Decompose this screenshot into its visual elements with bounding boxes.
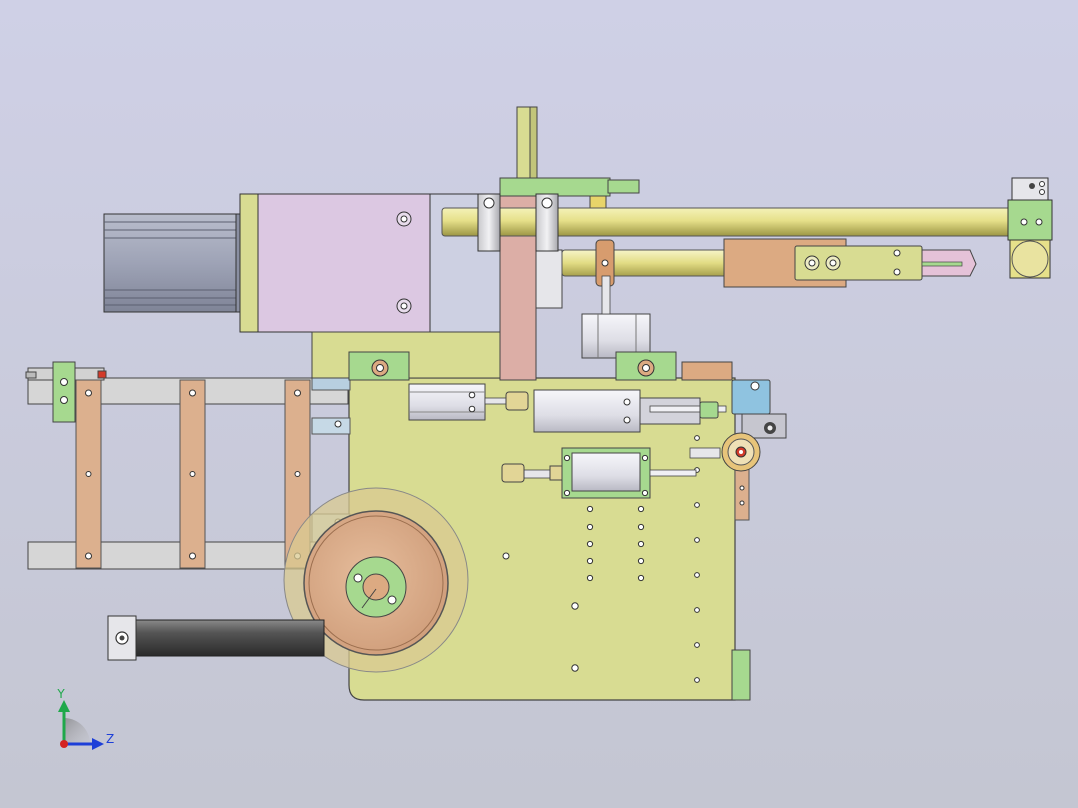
guide-rod-lower[interactable] <box>561 239 733 287</box>
z-axis-label: Z <box>106 732 114 746</box>
orientation-triad: Y Z <box>56 687 114 750</box>
servo-motor[interactable] <box>103 213 242 313</box>
gripper-body[interactable] <box>723 238 977 288</box>
assembly-drawing[interactable]: Y Z <box>0 0 1078 808</box>
end-block[interactable] <box>1007 177 1053 279</box>
cad-viewport[interactable]: Y Z <box>0 0 1078 808</box>
y-axis-label: Y <box>56 687 65 701</box>
frame-upright <box>179 379 206 569</box>
lift-cylinder[interactable] <box>581 275 651 359</box>
idler-roller[interactable] <box>721 432 761 472</box>
frame-upright <box>75 379 102 569</box>
z-arrowhead <box>92 738 104 750</box>
y-arrowhead <box>58 700 70 712</box>
x-axis-point <box>60 740 68 748</box>
frame-clamp <box>52 361 76 423</box>
bearing-bracket <box>348 351 733 381</box>
tension-cylinder[interactable] <box>107 615 325 661</box>
